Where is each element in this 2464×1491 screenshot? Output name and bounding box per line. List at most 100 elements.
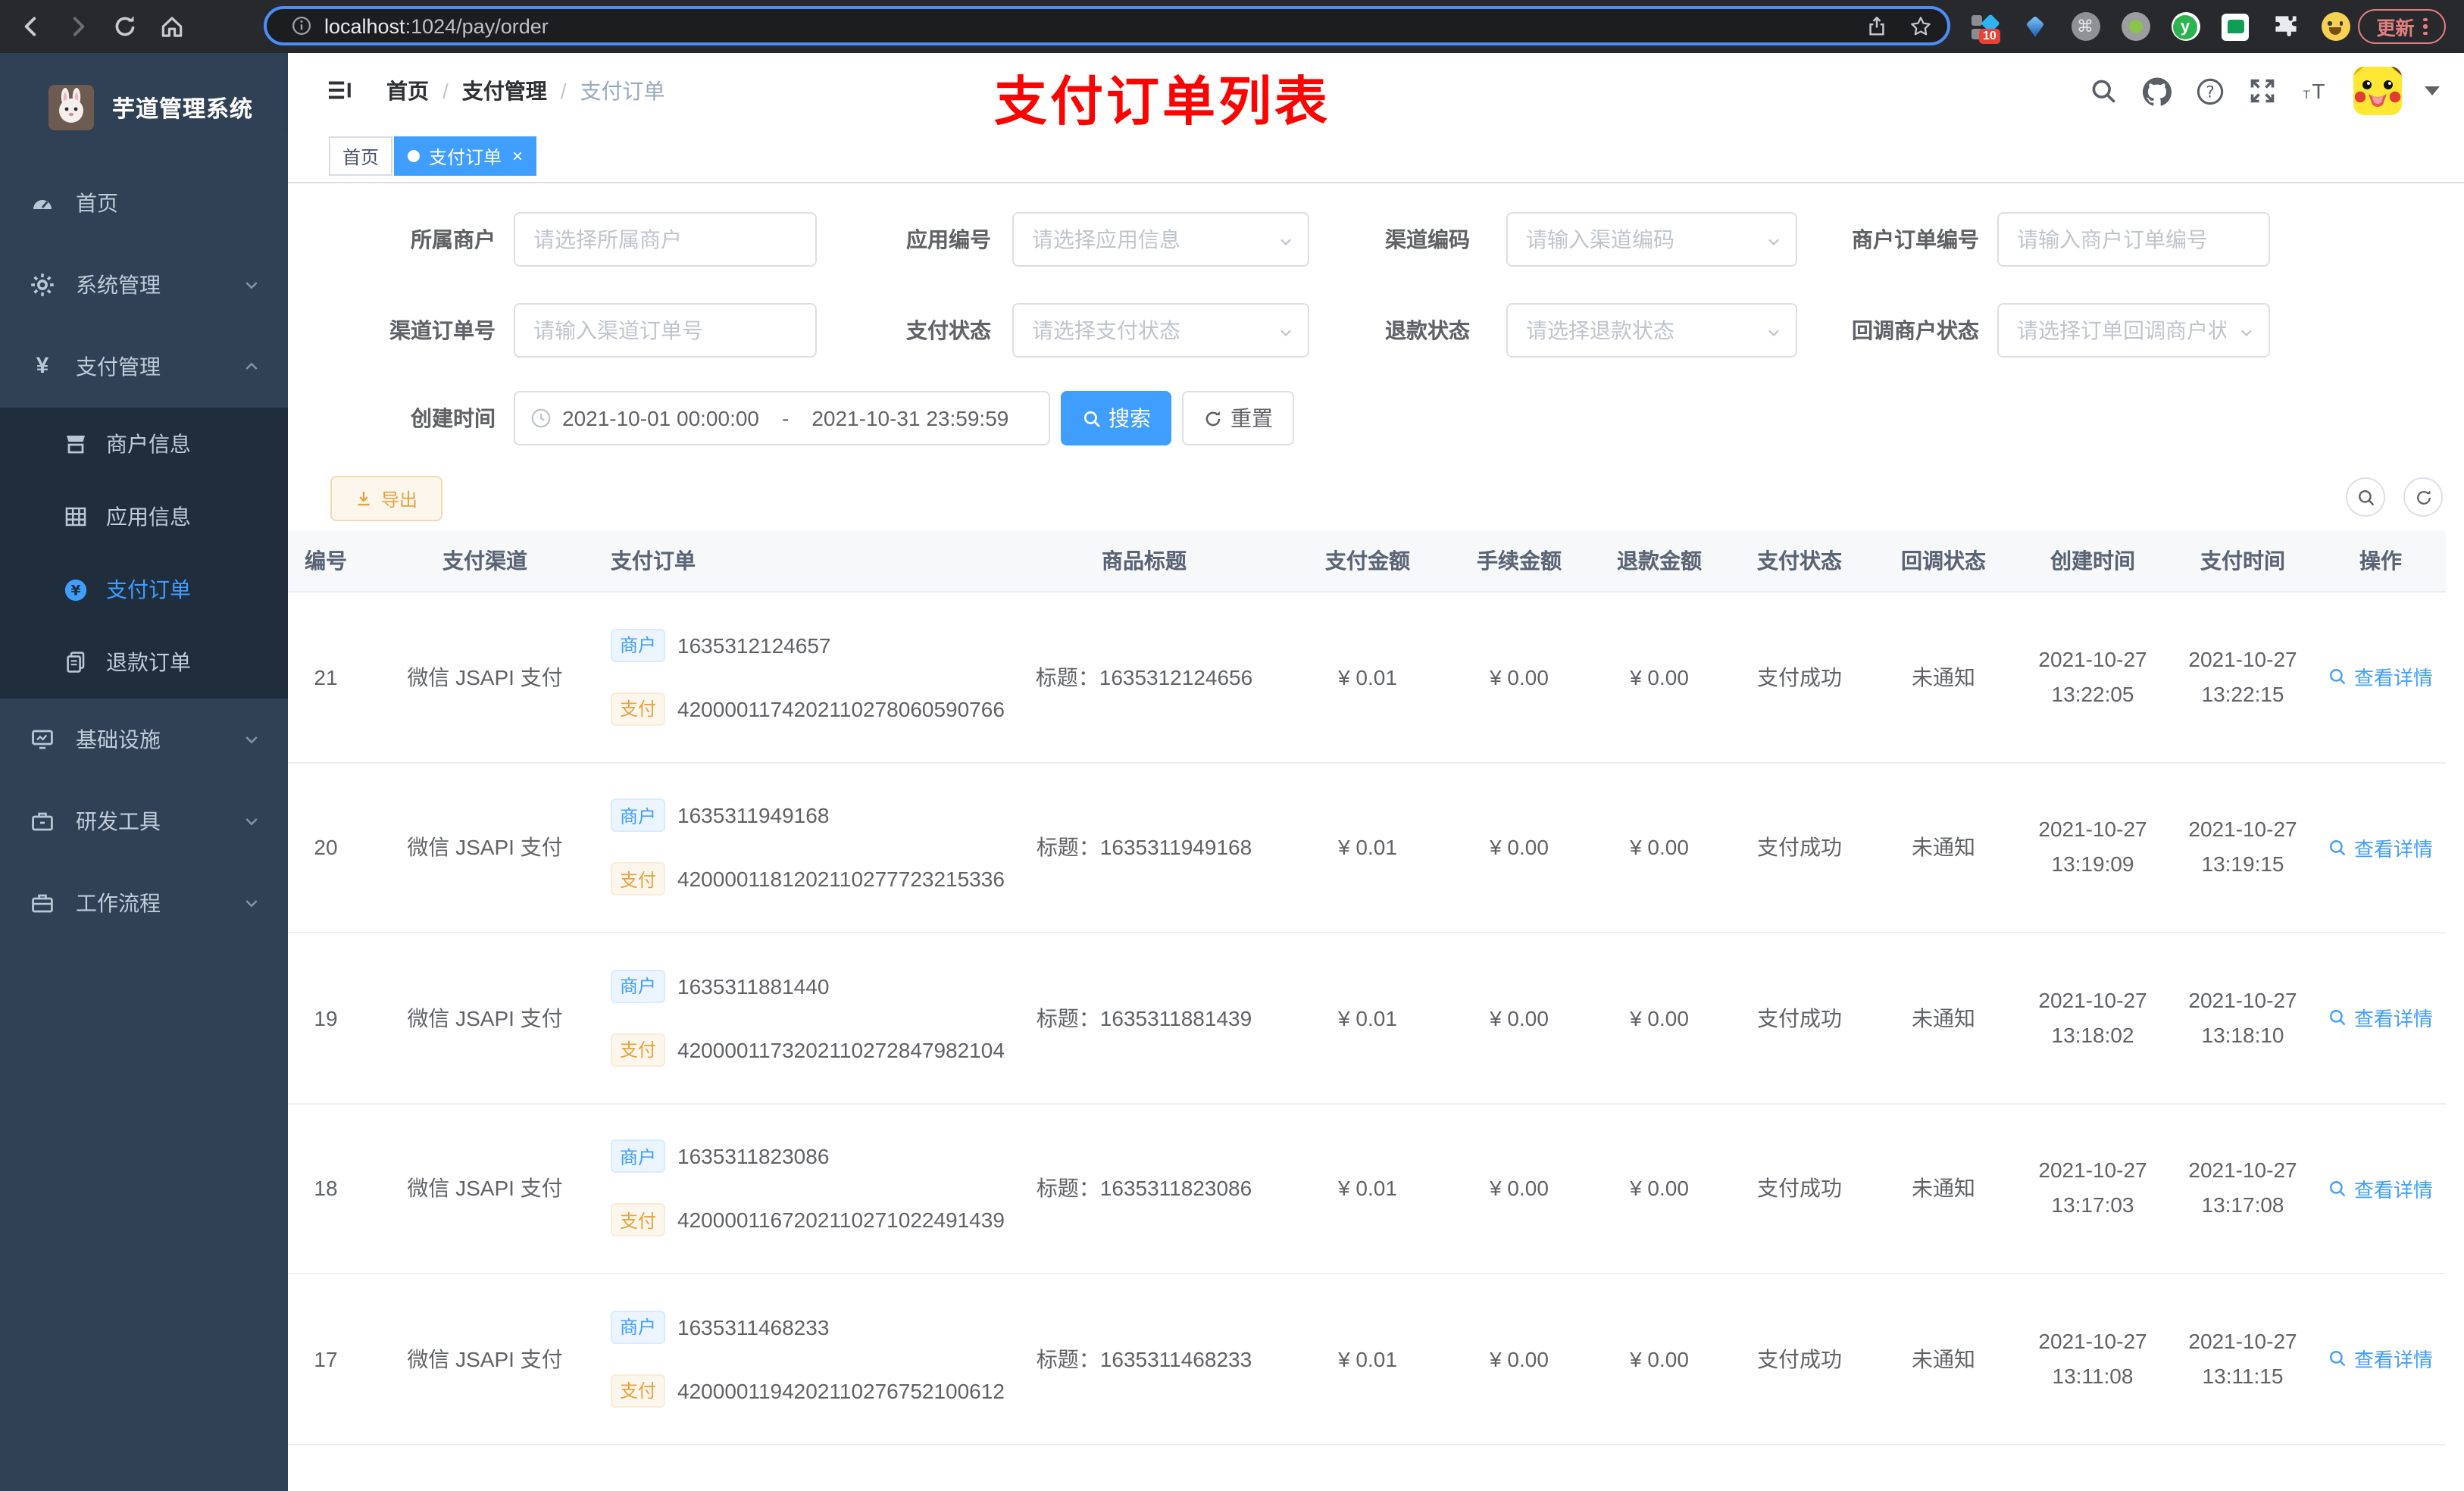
table-body: 21 微信 JSAPI 支付 商户 1635312124657 支付 42000… [288,592,2446,1445]
tab-pay-order[interactable]: 支付订单 × [394,136,537,176]
url-bar[interactable]: localhost:1024/pay/order [264,6,1950,45]
reset-button[interactable]: 重置 [1182,391,1294,445]
avatar[interactable] [2353,67,2402,115]
channel-code-select[interactable] [1506,212,1797,267]
view-detail-link[interactable]: 查看详情 [2328,1004,2433,1033]
table-row: 21 微信 JSAPI 支付 商户 1635312124657 支付 42000… [288,592,2446,763]
create-time-range-picker[interactable]: 2021-10-01 00:00:00 - 2021-10-31 23:59:5… [514,391,1050,445]
merchant-order-no-field[interactable] [1997,212,2270,267]
svg-text:T: T [2303,89,2310,102]
question-icon[interactable]: ? [2194,76,2225,106]
col-header-created: 创建时间 [2050,549,2135,573]
pay-status-input[interactable] [1014,305,1308,356]
view-detail-link[interactable]: 查看详情 [2328,833,2433,862]
search-icon[interactable] [2088,76,2118,106]
pay-order-no: 4200001181202110277723215336 [677,867,1005,892]
breadcrumb-payment[interactable]: 支付管理 [462,76,547,106]
breadcrumb-home[interactable]: 首页 [386,76,429,106]
extension-tab-manager-icon[interactable]: 10 [1970,11,2000,43]
col-header-order: 支付订单 [611,549,696,573]
reload-icon[interactable] [109,11,139,42]
sidebar-item-system[interactable]: 系统管理 [0,244,288,326]
view-detail-link[interactable]: 查看详情 [2328,1174,2433,1203]
view-detail-label: 查看详情 [2353,667,2433,690]
notify-status-input[interactable] [1999,305,2269,356]
caret-down-icon[interactable] [2425,86,2440,95]
view-detail-link[interactable]: 查看详情 [2328,1345,2433,1374]
sidebar-item-payment[interactable]: ¥ 支付管理 [0,326,288,408]
merchant-input[interactable] [515,214,815,265]
sidebar-item-app-info[interactable]: 应用信息 [0,480,288,553]
search-button[interactable]: 搜索 [1061,391,1171,445]
github-icon[interactable] [2141,76,2172,106]
tab-close-icon[interactable]: × [512,147,523,165]
cell-action: 查看详情 [2315,763,2446,932]
url-text[interactable]: localhost:1024/pay/order [324,14,549,37]
extension-balloon-icon[interactable] [2020,11,2050,42]
chevron-down-icon [242,894,261,912]
notify-status-select[interactable] [1997,303,2270,358]
extension-yuque-icon[interactable]: y [2170,11,2200,42]
active-tab-dot [408,150,420,162]
extension-puzzle-icon[interactable] [2270,11,2300,42]
merchant-select[interactable] [514,212,817,267]
page-title-annotation: 支付订单列表 [994,73,1331,132]
sidebar-item-workflow[interactable]: 工作流程 [0,862,288,944]
tab-home[interactable]: 首页 [329,136,393,176]
font-size-icon[interactable]: TT [2300,76,2331,106]
date-separator: - [782,406,790,430]
sidebar-item-home[interactable]: 首页 [0,162,288,244]
refund-status-select[interactable] [1506,303,1797,358]
fullscreen-icon[interactable] [2247,76,2278,106]
view-detail-label: 查看详情 [2353,1178,2433,1202]
home-icon[interactable] [156,11,186,42]
extension-recorder-icon[interactable] [2120,11,2150,42]
extension-chat-icon[interactable] [2220,11,2250,42]
sidebar-item-pay-order[interactable]: ¥ 支付订单 [0,553,288,626]
col-header-fee: 手续金额 [1477,549,1562,573]
app-select[interactable] [1012,212,1309,267]
cell-fee: ¥ 0.00 [1490,1176,1549,1201]
refresh-table-button[interactable] [2403,477,2443,517]
reset-button-label: 重置 [1230,406,1273,430]
svg-text:?: ? [2205,83,2213,102]
merchant-order-no: 1635311823086 [677,1144,830,1169]
back-icon[interactable] [15,11,45,42]
channel-order-no-field[interactable] [514,303,817,358]
channel-order-no-input[interactable] [515,305,815,356]
hamburger-icon[interactable] [324,76,353,105]
extension-emoji-icon[interactable] [2320,11,2350,42]
cell-id: 21 [314,664,338,689]
channel-code-input[interactable] [1508,214,1796,265]
sidebar-item-infrastructure[interactable]: 基础设施 [0,699,288,780]
sidebar-item-label: 首页 [76,191,118,215]
forward-icon[interactable] [62,11,92,42]
table-row: 17 微信 JSAPI 支付 商户 1635311468233 支付 42000… [288,1274,2446,1445]
merchant-tag: 商户 [611,1139,666,1174]
view-detail-link[interactable]: 查看详情 [2328,663,2433,692]
sidebar-item-dev-tools[interactable]: 研发工具 [0,780,288,862]
merchant-order-no-input[interactable] [1999,214,2269,265]
browser-nav-buttons [15,11,186,42]
date-start[interactable]: 2021-10-01 00:00:00 [562,406,759,430]
sidebar-item-refund-order[interactable]: 退款订单 [0,626,288,699]
date-end[interactable]: 2021-10-31 23:59:59 [811,406,1008,430]
refund-status-input[interactable] [1508,305,1796,356]
svg-text:T: T [2312,81,2325,104]
share-icon[interactable] [1865,14,1888,37]
toggle-search-button[interactable] [2346,477,2385,517]
table-row-partial: 商户 1635311951796 [288,1445,2446,1491]
export-button[interactable]: 导出 [330,476,442,521]
info-icon[interactable] [291,15,312,36]
sidebar-item-merchant-info[interactable]: 商户信息 [0,408,288,480]
cell-created: 2021-10-27 13:11:08 [2038,1328,2147,1388]
cell-created: 2021-10-27 13:19:09 [2038,817,2147,877]
star-icon[interactable] [1909,14,1932,37]
cell-refund: ¥ 0.00 [1630,1176,1689,1201]
app-input[interactable] [1014,214,1308,265]
extension-command-icon[interactable]: ⌘ [2070,11,2100,42]
update-button[interactable]: 更新 [2358,9,2446,44]
filter-label-channel-code: 渠道编码 [1385,227,1470,252]
pay-status-select[interactable] [1012,303,1309,358]
menu-dots-icon[interactable] [2423,17,2428,36]
